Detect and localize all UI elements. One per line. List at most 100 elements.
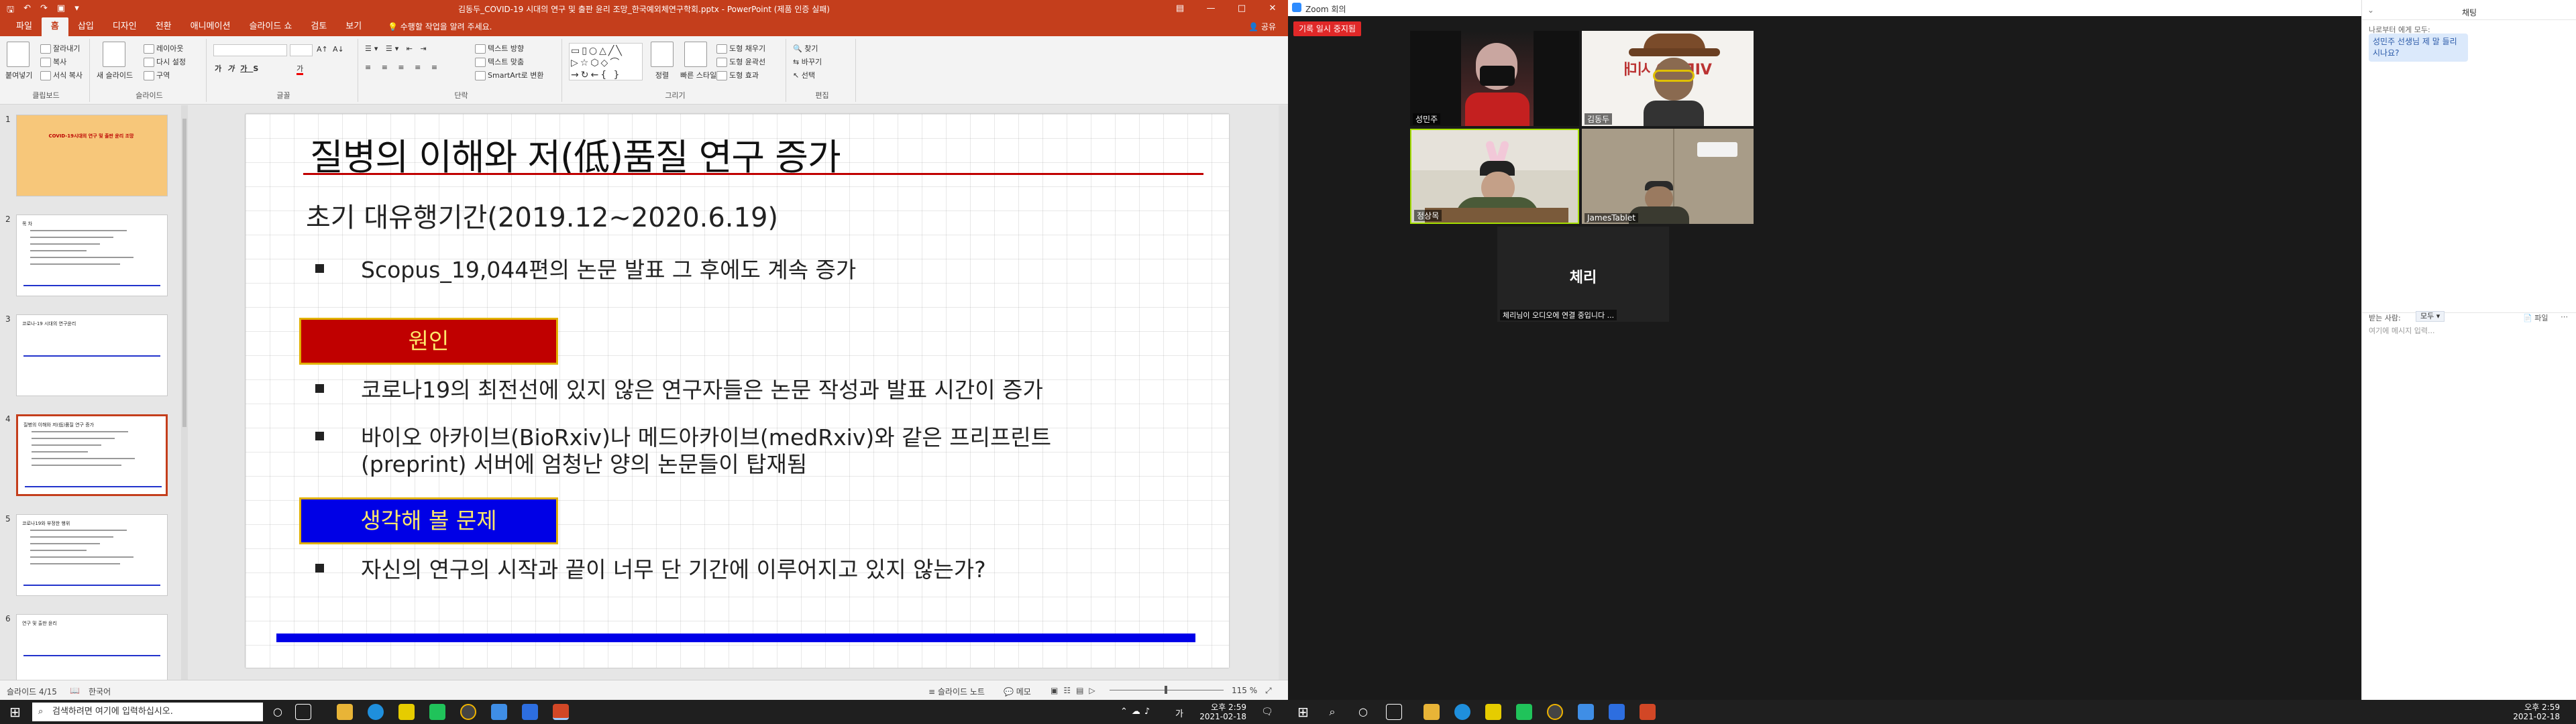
kakaotalk-icon[interactable] — [398, 704, 415, 720]
slide-thumbnail[interactable]: 코로나-19 시대의 연구윤리 — [16, 314, 168, 396]
cut-button[interactable]: 잘라내기 — [40, 43, 80, 54]
thumbnail-scroll-thumb[interactable] — [182, 119, 186, 427]
search-icon[interactable]: ⌕ — [1324, 704, 1340, 720]
edge-browser-icon[interactable] — [368, 704, 384, 720]
font-shrink-icon[interactable]: A↓ — [333, 45, 344, 54]
shape-fill-button[interactable]: 도형 채우기 — [716, 43, 765, 54]
font-color-icon[interactable]: 가 — [297, 63, 304, 75]
taskbar-clock-left[interactable]: 오후 2:59 2021-02-18 — [1195, 703, 1246, 721]
app-icon-blue[interactable] — [1578, 704, 1594, 720]
tray-icons[interactable]: ⌃☁♪ — [1120, 707, 1154, 717]
powerpoint-taskbar-icon[interactable] — [553, 704, 569, 720]
windows-start-icon[interactable]: ⊞ — [1297, 705, 1309, 719]
participant-tile[interactable]: 성민주 — [1410, 31, 1579, 126]
tab-6[interactable]: 슬라이드 쇼 — [239, 17, 301, 36]
font-format-buttons[interactable]: 가가가S — [215, 63, 264, 74]
zoom-app-icon[interactable] — [1609, 704, 1625, 720]
select-button[interactable]: ↖ 선택 — [793, 70, 815, 80]
quick-styles-button[interactable]: 빠른 스타일 — [680, 42, 716, 80]
find-button[interactable]: 🔍 찾기 — [793, 43, 818, 54]
notes-button[interactable]: ≡ 슬라이드 노트 — [928, 686, 985, 697]
font-name-box[interactable] — [213, 44, 287, 56]
fit-slide-icon[interactable]: ⤢ — [1265, 686, 1272, 696]
windows-start-icon[interactable]: ⊞ — [9, 705, 21, 719]
tab-1[interactable]: 홈 — [41, 17, 68, 36]
align-text-button[interactable]: 텍스트 맞춤 — [475, 56, 524, 67]
file-explorer-icon[interactable] — [337, 704, 353, 720]
bullet-continuation[interactable]: (preprint) 서버에 엄청난 양의 논문들이 탑재됨 — [361, 450, 807, 479]
list-buttons[interactable]: ☰▾ ☰▾ ⇤ ⇥ — [365, 44, 429, 53]
file-explorer-icon[interactable] — [1424, 704, 1440, 720]
align-buttons[interactable]: ≡ ≡ ≡ ≡ ≡ — [365, 63, 441, 72]
chat-more-icon[interactable]: ⋯ — [2561, 312, 2568, 321]
reset-button[interactable]: 다시 설정 — [144, 56, 186, 67]
line-messenger-icon[interactable] — [1516, 704, 1532, 720]
tab-0[interactable]: 파일 — [7, 17, 42, 36]
copy-button[interactable]: 복사 — [40, 56, 66, 67]
zoom-app-icon[interactable] — [522, 704, 538, 720]
participant-tile-no-video[interactable]: 체리 체리님이 오디오에 연결 중입니다 ... — [1497, 227, 1669, 322]
chrome-icon[interactable] — [460, 704, 476, 720]
tab-7[interactable]: 검토 — [301, 17, 336, 36]
text-direction-button[interactable]: 텍스트 방향 — [475, 43, 524, 54]
edge-browser-icon[interactable] — [1454, 704, 1470, 720]
language-indicator[interactable]: 한국어 — [89, 686, 111, 697]
ribbon-display-icon[interactable]: ▤ — [1165, 0, 1195, 17]
new-slide-button[interactable]: 새 슬라이드 — [97, 42, 133, 80]
ime-indicator[interactable]: 가 — [1175, 707, 1183, 719]
tab-2[interactable]: 삽입 — [68, 17, 103, 36]
tab-3[interactable]: 디자인 — [103, 17, 146, 36]
shape-outline-button[interactable]: 도형 윤곽선 — [716, 56, 765, 67]
section-button[interactable]: 구역 — [144, 70, 170, 80]
slide-thumbnail[interactable]: COVID-19시대의 연구 및 출판 윤리 조망 — [16, 115, 168, 196]
shape-effects-button[interactable]: 도형 효과 — [716, 70, 759, 80]
kakaotalk-icon[interactable] — [1485, 704, 1501, 720]
participant-tile[interactable]: VID-19 시대 김동두 — [1582, 31, 1754, 126]
line-messenger-icon[interactable] — [429, 704, 445, 720]
slide-scrollbar[interactable] — [1279, 105, 1288, 680]
task-view-icon[interactable] — [295, 704, 311, 720]
task-view-icon[interactable] — [1386, 704, 1402, 720]
replace-button[interactable]: ⇆ 바꾸기 — [793, 56, 822, 67]
format-painter-button[interactable]: 서식 복사 — [40, 70, 83, 80]
spellcheck-icon[interactable]: 📖 — [70, 686, 80, 695]
tab-4[interactable]: 전환 — [146, 17, 181, 36]
close-button[interactable]: ✕ — [1257, 0, 1288, 17]
slide-thumbnail[interactable]: 목 차 — [16, 215, 168, 296]
tell-me[interactable]: 💡 수행할 작업을 알려 주세요. — [388, 17, 492, 36]
bullet-item[interactable]: 자신의 연구의 시작과 끝이 너무 단 기간에 이루어지고 있지 않는가? — [315, 556, 986, 584]
tab-5[interactable]: 애니메이션 — [181, 17, 240, 36]
cortana-icon[interactable]: ○ — [1355, 704, 1371, 720]
smartart-button[interactable]: SmartArt로 변환 — [475, 70, 544, 80]
bullet-item[interactable]: 코로나19의 최전선에 있지 않은 연구자들은 논문 작성과 발표 시간이 증가 — [315, 376, 1043, 404]
slide-thumbnail[interactable]: 질병의 이해와 저(低)품질 연구 증가 — [16, 414, 168, 496]
minimize-button[interactable]: — — [1195, 0, 1226, 17]
bullet-item[interactable]: Scopus_19,044편의 논문 발표 그 후에도 계속 증가 — [315, 256, 856, 284]
taskbar-search[interactable]: ⌕ 검색하려면 여기에 입력하십시오. — [32, 703, 263, 721]
powerpoint-taskbar-icon[interactable] — [1640, 704, 1656, 720]
tab-8[interactable]: 보기 — [336, 17, 371, 36]
font-grow-icon[interactable]: A↑ — [317, 45, 328, 54]
bullet-item[interactable]: 바이오 아카이브(BioRxiv)나 메드아카이브(medRxiv)와 같은 프… — [315, 424, 1051, 452]
arrange-button[interactable]: 정렬 — [651, 42, 674, 80]
zoom-slider-thumb[interactable] — [1165, 686, 1167, 694]
cause-box[interactable]: 원인 — [299, 318, 558, 365]
taskbar-clock-right[interactable]: 오후 2:59 2021-02-18 — [2509, 703, 2560, 721]
recording-paused-badge[interactable]: 기록 일시 중지됨 — [1293, 21, 1361, 36]
participant-tile[interactable]: JamesTablet — [1582, 129, 1754, 224]
cortana-icon[interactable]: ○ — [270, 704, 286, 720]
zoom-level[interactable]: 115 % — [1232, 686, 1257, 695]
slide-thumbnail[interactable]: 코로나19와 부정한 행위 — [16, 514, 168, 596]
recipient-dropdown[interactable]: 모두 ▾ — [2416, 311, 2445, 322]
current-slide[interactable]: 질병의 이해와 저(低)품질 연구 증가 초기 대유행기간(2019.12~20… — [246, 114, 1229, 668]
shapes-gallery[interactable]: ▭▯○△╱╲ ▷☆⬡◇⌒ →↻←{ } — [569, 43, 643, 80]
comments-button[interactable]: 💬 메모 — [1004, 686, 1031, 697]
paste-button[interactable]: 붙여넣기 — [5, 42, 32, 80]
chat-input[interactable]: 여기에 메시지 입력... — [2369, 324, 2570, 338]
thumbnail-scrollbar[interactable] — [181, 105, 188, 680]
chrome-icon[interactable] — [1547, 704, 1563, 720]
notification-icon[interactable]: 🗨 — [1261, 707, 1273, 717]
file-button[interactable]: 📄 파일 — [2523, 312, 2548, 323]
think-box[interactable]: 생각해 볼 문제 — [299, 497, 558, 544]
participant-tile-active-speaker[interactable]: 정상목 — [1410, 129, 1579, 224]
